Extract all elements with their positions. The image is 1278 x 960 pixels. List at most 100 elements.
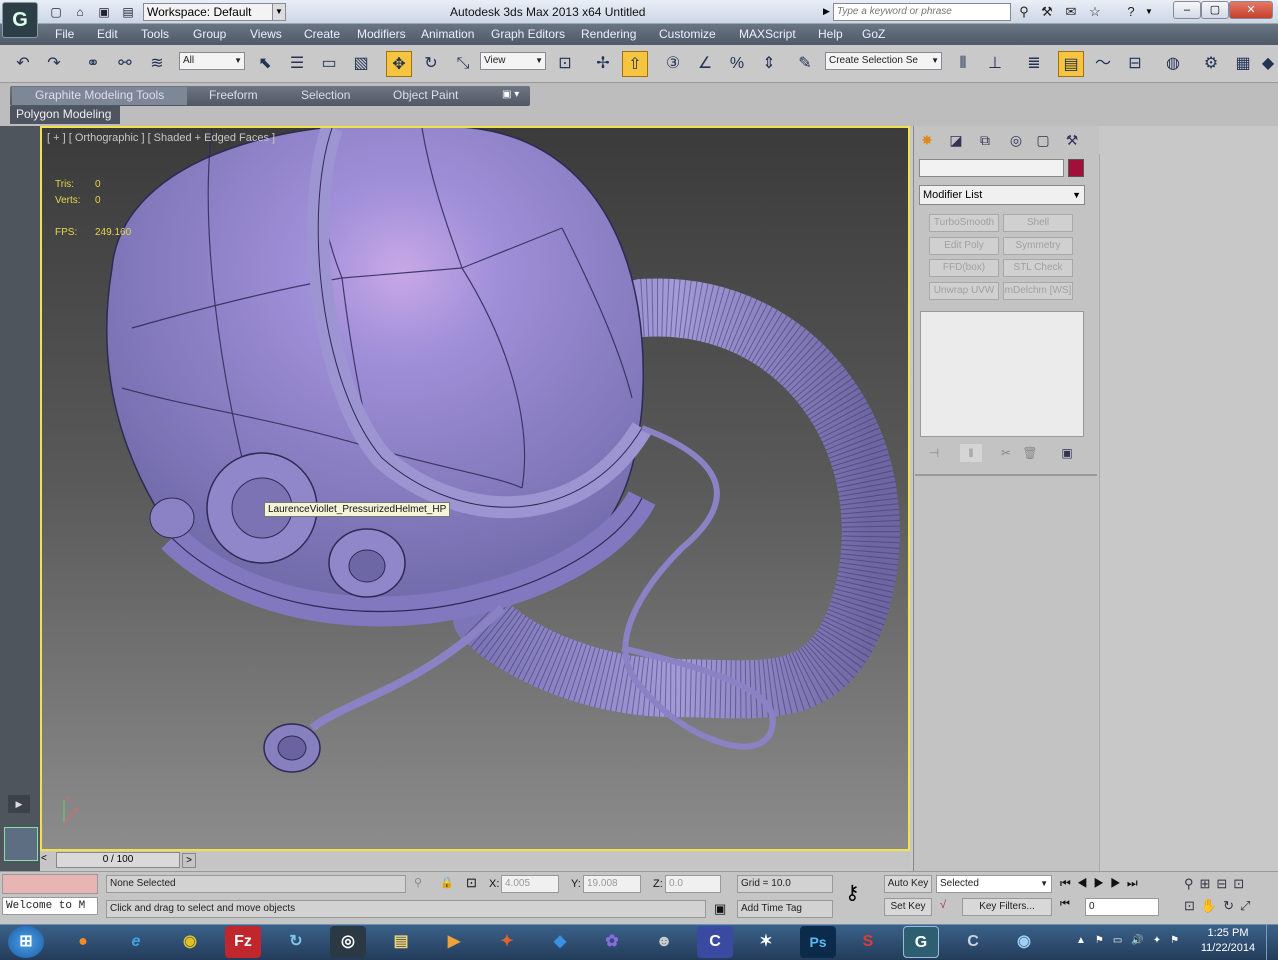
internet-explorer-icon[interactable]: e [118, 926, 154, 958]
favorites-icon[interactable]: ☆ [1086, 3, 1104, 21]
menu-graph-editors[interactable]: Graph Editors [491, 27, 565, 41]
absolute-mode-icon[interactable]: ⊡ [466, 875, 477, 891]
isolate-selection-icon[interactable]: ⚲ [414, 876, 422, 889]
viewport-navigation-top[interactable]: ⚲⊞⊟⊡ [1184, 876, 1250, 892]
make-unique-icon[interactable]: ✂ [995, 444, 1017, 462]
spinner-snap-icon[interactable]: ⇕ [756, 51, 782, 77]
undo-icon[interactable]: ↶ [10, 51, 36, 77]
tab-selection[interactable]: Selection [301, 88, 350, 102]
select-manipulate-icon[interactable]: ✢ [590, 51, 616, 77]
modify-tab-icon[interactable]: ◪ [944, 129, 968, 151]
key-filter-curve-icon[interactable]: √ [940, 899, 946, 911]
set-key-button[interactable]: Set Key [884, 898, 932, 916]
render-production-icon[interactable]: ◆ [1260, 51, 1276, 77]
help-icon[interactable]: ? [1122, 3, 1140, 21]
motion-tab-icon[interactable]: ◎ [1004, 129, 1028, 151]
photoshop-c-icon[interactable]: C [697, 926, 733, 958]
menu-rendering[interactable]: Rendering [581, 27, 636, 41]
show-desktop-button[interactable] [1266, 924, 1278, 960]
workspace-dropdown[interactable]: Workspace: Default [143, 3, 273, 21]
x-coordinate-field[interactable]: 4.005 [501, 875, 559, 893]
object-color-swatch[interactable] [1068, 159, 1084, 177]
graphite-toggle-icon[interactable]: ▤ [1058, 51, 1084, 77]
utilities-tab-icon[interactable]: ⚒ [1060, 129, 1084, 151]
monkey-app-icon[interactable]: ☻ [646, 926, 682, 958]
dropbox-icon[interactable]: ◆ [542, 926, 578, 958]
menu-help[interactable]: Help [818, 27, 843, 41]
playback-controls[interactable]: ⏮◀▶▶⏭ [1060, 876, 1144, 891]
photoshop-icon[interactable]: Ps [800, 926, 836, 958]
selection-lock-icon[interactable]: 🔒 [440, 876, 454, 889]
menu-modifiers[interactable]: Modifiers [357, 27, 406, 41]
modifier-button-turbosmooth[interactable]: TurboSmooth [929, 214, 999, 232]
time-tag-icon[interactable]: ▣ [714, 901, 726, 917]
app-lens-icon[interactable]: ◉ [1006, 926, 1042, 958]
window-crossing-icon[interactable]: ▧ [348, 51, 374, 77]
snaps-toggle-icon[interactable]: ③ [660, 51, 686, 77]
sync-app-icon[interactable]: ↻ [278, 926, 314, 958]
media-player-icon[interactable]: ▶ [436, 926, 472, 958]
modifier-stack[interactable] [920, 311, 1084, 437]
chrome-icon[interactable]: ◉ [172, 926, 208, 958]
viewport-navigation-bottom[interactable]: ⊡✋↻⤢ [1184, 898, 1256, 914]
render-setup-icon[interactable]: ⚙ [1198, 51, 1224, 77]
add-time-tag[interactable]: Add Time Tag [737, 900, 833, 918]
pin-stack-icon[interactable]: ⊣ [923, 444, 945, 462]
time-slider-thumb[interactable]: 0 / 100 [56, 852, 180, 868]
maximize-button[interactable]: ▢ [1201, 1, 1229, 19]
key-filters-button[interactable]: Key Filters... [962, 898, 1052, 916]
steam-icon[interactable]: ◎ [330, 926, 366, 958]
y-coordinate-field[interactable]: 19.008 [583, 875, 641, 893]
z-coordinate-field[interactable]: 0.0 [665, 875, 721, 893]
selection-filter-dropdown[interactable]: All ▼ [179, 52, 245, 70]
save-icon[interactable]: ▣ [96, 4, 112, 20]
ribbon-options-icon[interactable]: ▣ ▾ [502, 89, 519, 100]
close-button[interactable]: ✕ [1229, 1, 1273, 19]
windows-start-icon[interactable]: ⊞ [8, 926, 44, 958]
menu-group[interactable]: Group [193, 27, 226, 41]
menu-file[interactable]: File [55, 27, 74, 41]
modifier-button-custom[interactable]: mDelchm [WS] [1003, 282, 1073, 300]
substance-icon[interactable]: S [850, 926, 886, 958]
open-file-icon[interactable]: ⌂ [72, 4, 88, 20]
menu-create[interactable]: Create [304, 27, 340, 41]
keyboard-shortcut-override-icon[interactable]: ⇧ [622, 51, 648, 77]
mirror-icon[interactable]: ⫴ [950, 51, 976, 77]
material-editor-icon[interactable]: ◍ [1160, 51, 1186, 77]
unlink-icon[interactable]: ⚯ [112, 51, 138, 77]
help-dropdown-icon[interactable]: ▼ [1145, 7, 1153, 16]
align-icon[interactable]: ⊥ [982, 51, 1008, 77]
menu-views[interactable]: Views [250, 27, 282, 41]
select-and-move-icon[interactable]: ✥ [386, 51, 412, 77]
key-mode-toggle-icon[interactable]: ⏮ [1060, 898, 1070, 911]
rectangular-selection-icon[interactable]: ▭ [316, 51, 342, 77]
configure-modifier-sets-icon[interactable]: ▣ [1056, 444, 1078, 462]
menu-animation[interactable]: Animation [421, 27, 474, 41]
select-object-icon[interactable]: ⬉ [252, 51, 278, 77]
project-folder-icon[interactable]: ▤ [120, 4, 136, 20]
3ds-max-icon[interactable]: G [903, 926, 939, 958]
tab-freeform[interactable]: Freeform [209, 88, 258, 102]
helmet-model[interactable]: z x [42, 128, 908, 849]
expand-search-icon[interactable]: ▶ [823, 6, 830, 17]
bind-spacewarp-icon[interactable]: ≋ [144, 51, 170, 77]
modifier-button-stl-check[interactable]: STL Check [1003, 259, 1073, 277]
schematic-view-icon[interactable]: ⊟ [1122, 51, 1148, 77]
select-and-scale-icon[interactable]: ⤡ [450, 51, 476, 77]
object-name-field[interactable] [919, 159, 1064, 177]
remove-modifier-icon[interactable]: 🗑 [1019, 444, 1041, 462]
taskbar-clock[interactable]: 1:25 PM 11/22/2014 [1199, 926, 1257, 956]
system-tray-icons[interactable]: ▲⚑▭🔊✦⚑ [1076, 935, 1188, 946]
tab-graphite-modeling-tools[interactable]: Graphite Modeling Tools [35, 88, 164, 102]
communication-icon[interactable]: ✉ [1062, 3, 1080, 21]
viewport-label[interactable]: [ + ] [ Orthographic ] [ Shaded + Edged … [47, 132, 275, 144]
app-purple-icon[interactable]: ✿ [594, 926, 630, 958]
curve-editor-icon[interactable]: 〜 [1090, 51, 1116, 77]
zbrush-icon[interactable]: ✶ [748, 926, 784, 958]
auto-key-button[interactable]: Auto Key [884, 875, 932, 893]
angle-snap-icon[interactable]: ∠ [692, 51, 718, 77]
pivot-center-icon[interactable]: ⊡ [552, 51, 578, 77]
play-anim-icon[interactable]: ▶ [8, 795, 30, 813]
link-icon[interactable]: ⚭ [80, 51, 106, 77]
binoculars-icon[interactable]: ⚲ [1015, 3, 1033, 21]
